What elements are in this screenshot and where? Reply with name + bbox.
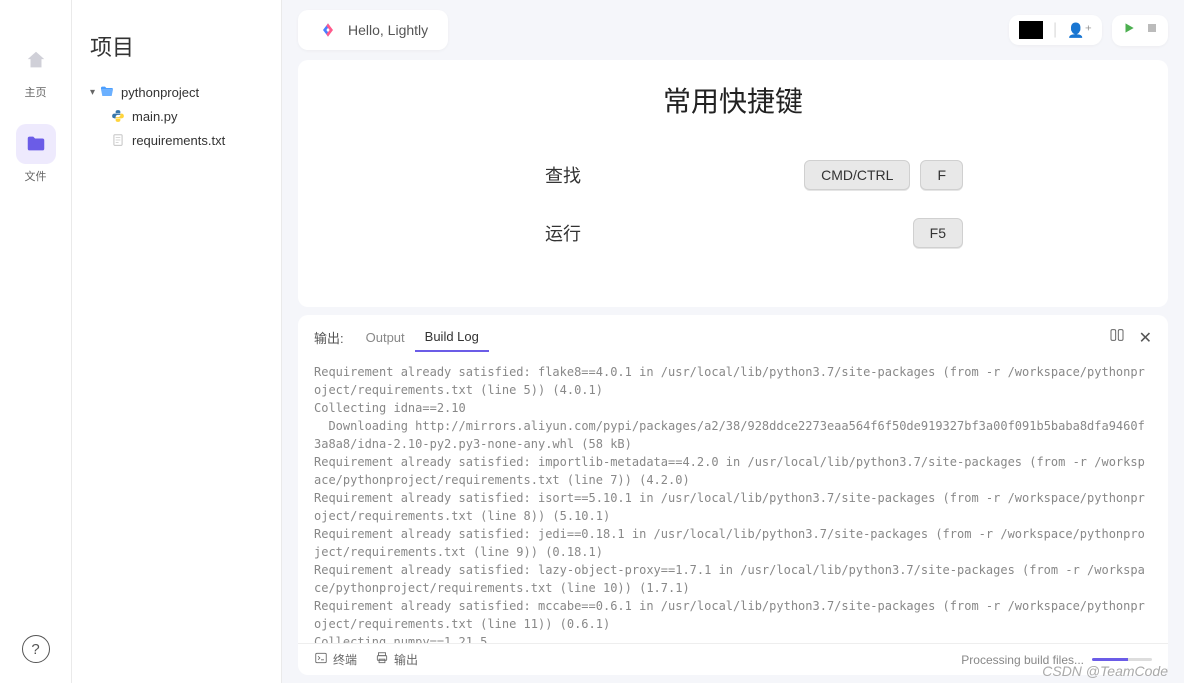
- help-button[interactable]: ?: [22, 635, 50, 663]
- shortcut-row-run: 运行 F5: [503, 218, 963, 248]
- project-title: 项目: [90, 30, 263, 62]
- nav-files-label: 文件: [25, 168, 47, 184]
- close-icon[interactable]: ✕: [1139, 328, 1152, 348]
- key-f: F: [920, 160, 963, 190]
- nav-rail: 主页 文件 ?: [0, 0, 72, 683]
- text-file-icon: [110, 132, 126, 148]
- welcome-tab[interactable]: Hello, Lightly: [298, 10, 448, 50]
- terminal-icon: [314, 651, 328, 668]
- output-panel: 输出: Output Build Log ✕ Requirement alrea…: [298, 315, 1168, 675]
- key-f5: F5: [913, 218, 963, 248]
- user-group: | 👤⁺: [1009, 15, 1102, 45]
- welcome-panel: 常用快捷键 查找 CMD/CTRL F 运行 F5: [298, 60, 1168, 307]
- nav-home[interactable]: 主页: [12, 40, 60, 100]
- panel-prefix: 输出:: [314, 328, 344, 347]
- panel-header: 输出: Output Build Log ✕: [298, 315, 1168, 353]
- status-text: Processing build files...: [961, 653, 1084, 667]
- folder-icon: [16, 124, 56, 164]
- stop-icon[interactable]: [1146, 21, 1158, 39]
- add-user-icon[interactable]: 👤⁺: [1067, 22, 1092, 39]
- shortcut-label: 查找: [503, 162, 623, 188]
- python-icon: [110, 108, 126, 124]
- help-icon: ?: [31, 641, 39, 658]
- home-icon: [16, 40, 56, 80]
- run-controls: [1112, 15, 1168, 46]
- key-cmdctrl: CMD/CTRL: [804, 160, 910, 190]
- shortcut-label: 运行: [503, 220, 623, 246]
- project-panel: 项目 ▾ pythonproject main.py requirements.…: [72, 0, 282, 683]
- footer-status: Processing build files...: [961, 653, 1152, 667]
- welcome-label: Hello, Lightly: [348, 22, 428, 38]
- tree-file-label: main.py: [132, 109, 178, 124]
- tree-root[interactable]: ▾ pythonproject: [90, 80, 263, 104]
- folder-open-icon: [99, 84, 115, 100]
- footer-terminal-label: 终端: [333, 651, 357, 668]
- nav-files[interactable]: 文件: [12, 124, 60, 184]
- top-bar: Hello, Lightly | 👤⁺: [282, 0, 1184, 60]
- footer-bar: 终端 输出 Processing build files...: [298, 643, 1168, 675]
- main-area: Hello, Lightly | 👤⁺ 常用快捷键 查找 CMD/C: [282, 0, 1184, 683]
- tab-buildlog[interactable]: Build Log: [415, 323, 489, 352]
- footer-output-label: 输出: [394, 651, 418, 668]
- user-avatar[interactable]: [1019, 21, 1043, 39]
- split-icon[interactable]: [1109, 327, 1125, 348]
- tab-output[interactable]: Output: [356, 324, 415, 351]
- shortcut-row-find: 查找 CMD/CTRL F: [503, 160, 963, 190]
- run-icon[interactable]: [1122, 21, 1136, 40]
- nav-home-label: 主页: [25, 84, 47, 100]
- footer-terminal[interactable]: 终端: [314, 651, 357, 668]
- progress-bar: [1092, 658, 1152, 661]
- tree-file-main[interactable]: main.py: [90, 104, 263, 128]
- lightly-logo-icon: [318, 20, 338, 40]
- shortcuts-title: 常用快捷键: [663, 80, 803, 120]
- build-log[interactable]: Requirement already satisfied: flake8==4…: [298, 353, 1168, 643]
- tree-file-label: requirements.txt: [132, 133, 225, 148]
- chevron-down-icon: ▾: [90, 87, 95, 98]
- tree-root-label: pythonproject: [121, 85, 199, 100]
- footer-output[interactable]: 输出: [375, 651, 418, 668]
- printer-icon: [375, 651, 389, 668]
- tree-file-req[interactable]: requirements.txt: [90, 128, 263, 152]
